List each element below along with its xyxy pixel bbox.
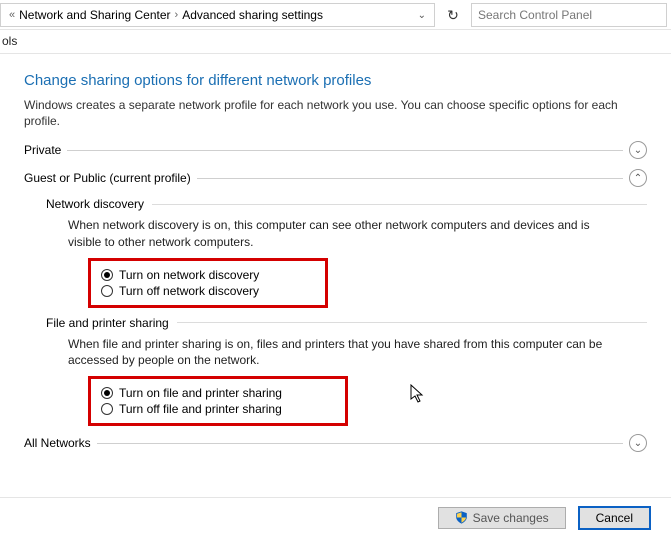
section-private-label: Private — [24, 143, 61, 157]
divider — [177, 322, 647, 323]
chevron-down-icon[interactable]: ⌄ — [629, 141, 647, 159]
section-all-networks[interactable]: All Networks ⌄ — [24, 434, 647, 452]
divider — [152, 204, 647, 205]
breadcrumb-parent[interactable]: Network and Sharing Center — [19, 8, 170, 22]
subsection-file-printer-sharing: File and printer sharing — [46, 316, 647, 330]
breadcrumb-current[interactable]: Advanced sharing settings — [182, 8, 323, 22]
chevron-right-icon: › — [175, 9, 179, 21]
radio-label: Turn off file and printer sharing — [119, 402, 282, 416]
radio-label: Turn off network discovery — [119, 284, 259, 298]
breadcrumb[interactable]: « Network and Sharing Center › Advanced … — [0, 3, 435, 27]
section-guest-public[interactable]: Guest or Public (current profile) ⌃ — [24, 169, 647, 187]
radio-network-discovery-off[interactable]: Turn off network discovery — [101, 283, 315, 299]
radio-label: Turn on network discovery — [119, 268, 259, 282]
file-printer-radio-group: Turn on file and printer sharing Turn of… — [88, 376, 348, 426]
refresh-button[interactable]: ↻ — [439, 3, 467, 27]
divider — [197, 178, 623, 179]
cancel-button[interactable]: Cancel — [578, 506, 651, 530]
save-button-label: Save changes — [473, 511, 549, 525]
subsection-title-text: File and printer sharing — [46, 316, 169, 330]
chevron-left-icon: « — [9, 9, 15, 21]
toolbar: ols — [0, 30, 671, 54]
search-placeholder: Search Control Panel — [478, 8, 592, 22]
save-changes-button[interactable]: Save changes — [438, 507, 566, 529]
chevron-down-icon[interactable]: ⌄ — [629, 434, 647, 452]
refresh-icon: ↻ — [447, 7, 459, 24]
subsection-title-text: Network discovery — [46, 197, 144, 211]
shield-icon — [455, 511, 468, 524]
footer: Save changes Cancel — [0, 497, 671, 537]
section-all-networks-label: All Networks — [24, 436, 91, 450]
network-discovery-radio-group: Turn on network discovery Turn off netwo… — [88, 258, 328, 308]
divider — [67, 150, 623, 151]
page-title: Change sharing options for different net… — [24, 72, 647, 89]
page-description: Windows creates a separate network profi… — [24, 97, 647, 129]
radio-icon — [101, 269, 113, 281]
radio-network-discovery-on[interactable]: Turn on network discovery — [101, 267, 315, 283]
divider — [97, 443, 623, 444]
toolbar-text[interactable]: ols — [2, 34, 17, 48]
chevron-up-icon[interactable]: ⌃ — [629, 169, 647, 187]
file-printer-description: When file and printer sharing is on, fil… — [68, 336, 625, 368]
section-private[interactable]: Private ⌄ — [24, 141, 647, 159]
radio-file-printer-on[interactable]: Turn on file and printer sharing — [101, 385, 335, 401]
cancel-button-label: Cancel — [596, 511, 633, 525]
breadcrumb-dropdown[interactable]: ⌄ — [414, 10, 430, 21]
radio-label: Turn on file and printer sharing — [119, 386, 282, 400]
search-input[interactable]: Search Control Panel — [471, 3, 667, 27]
radio-file-printer-off[interactable]: Turn off file and printer sharing — [101, 401, 335, 417]
radio-icon — [101, 387, 113, 399]
radio-icon — [101, 403, 113, 415]
radio-icon — [101, 285, 113, 297]
network-discovery-description: When network discovery is on, this compu… — [68, 217, 625, 249]
section-guest-public-label: Guest or Public (current profile) — [24, 171, 191, 185]
subsection-network-discovery: Network discovery — [46, 197, 647, 211]
